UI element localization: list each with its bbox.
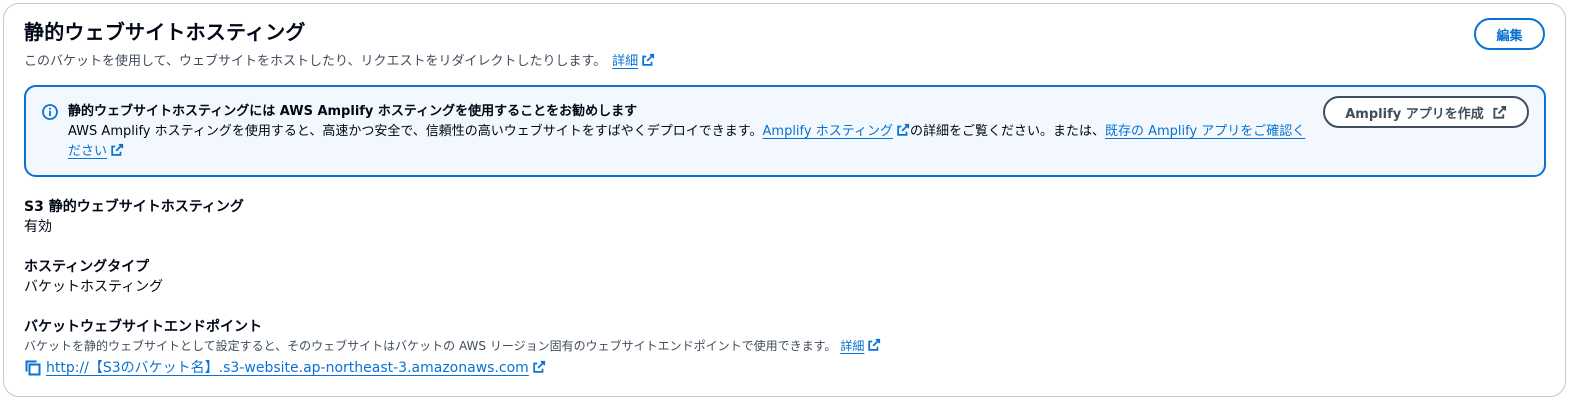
external-link-icon	[642, 53, 655, 66]
create-amplify-app-button[interactable]: Amplify アプリを作成	[1323, 96, 1529, 128]
endpoint-details-link[interactable]: 詳細	[840, 337, 881, 355]
alert-body-text-2: の詳細をご覧ください。または、	[909, 124, 1105, 139]
endpoint-url: http://【S3のバケット名】.s3-website.ap-northeas…	[46, 360, 529, 376]
field-label: S3 静的ウェブサイトホスティング	[24, 199, 244, 215]
external-link-icon	[1493, 105, 1506, 119]
external-link-icon	[897, 123, 910, 136]
endpoint-url-link[interactable]: http://【S3のバケット名】.s3-website.ap-northeas…	[46, 357, 546, 379]
alert-title: 静的ウェブサイトホスティングには AWS Amplify ホスティングを使用する…	[68, 104, 638, 119]
details-link[interactable]: 詳細	[612, 52, 655, 72]
endpoint-details-link-label: 詳細	[840, 339, 865, 353]
website-endpoint-field: バケットウェブサイトエンドポイント バケットを静的ウェブサイトとして設定すると、…	[24, 317, 881, 379]
amplify-hosting-link[interactable]: Amplify ホスティング	[762, 123, 910, 139]
external-link-icon	[868, 338, 881, 351]
field-description-text: バケットを静的ウェブサイトとして設定すると、そのウェブサイトはバケットの AWS…	[24, 339, 837, 353]
copy-icon[interactable]	[24, 359, 42, 377]
edit-button[interactable]: 編集	[1474, 18, 1545, 50]
static-website-hosting-panel: 静的ウェブサイトホスティング このバケットを使用して、ウェブサイトをホストしたり…	[3, 3, 1566, 397]
panel-description: このバケットを使用して、ウェブサイトをホストしたり、リクエストをリダイレクトした…	[24, 52, 655, 72]
panel-title: 静的ウェブサイトホスティング	[24, 20, 306, 44]
alert-body: AWS Amplify ホスティングを使用すると、高速かつ安全で、信頼性の高いウ…	[68, 122, 1308, 162]
field-value: 有効	[24, 219, 52, 235]
create-amplify-app-button-label: Amplify アプリを作成	[1345, 106, 1484, 122]
endpoint-row: http://【S3のバケット名】.s3-website.ap-northeas…	[24, 357, 881, 379]
details-link-label: 詳細	[612, 54, 639, 69]
amplify-recommendation-alert: 静的ウェブサイトホスティングには AWS Amplify ホスティングを使用する…	[24, 85, 1546, 177]
info-icon	[42, 104, 58, 120]
field-value: バケットホスティング	[24, 279, 164, 295]
panel-description-text: このバケットを使用して、ウェブサイトをホストしたり、リクエストをリダイレクトした…	[24, 54, 607, 69]
amplify-hosting-link-label: Amplify ホスティング	[762, 124, 893, 139]
external-link-icon	[533, 360, 545, 373]
external-link-icon	[111, 143, 124, 156]
alert-body-text-1: AWS Amplify ホスティングを使用すると、高速かつ安全で、信頼性の高いウ…	[68, 124, 763, 139]
field-label: バケットウェブサイトエンドポイント	[24, 319, 262, 335]
hosting-status-field: S3 静的ウェブサイトホスティング 有効	[24, 197, 244, 237]
hosting-type-field: ホスティングタイプ バケットホスティング	[24, 257, 163, 297]
field-description: バケットを静的ウェブサイトとして設定すると、そのウェブサイトはバケットの AWS…	[24, 337, 881, 355]
field-label: ホスティングタイプ	[24, 259, 150, 275]
